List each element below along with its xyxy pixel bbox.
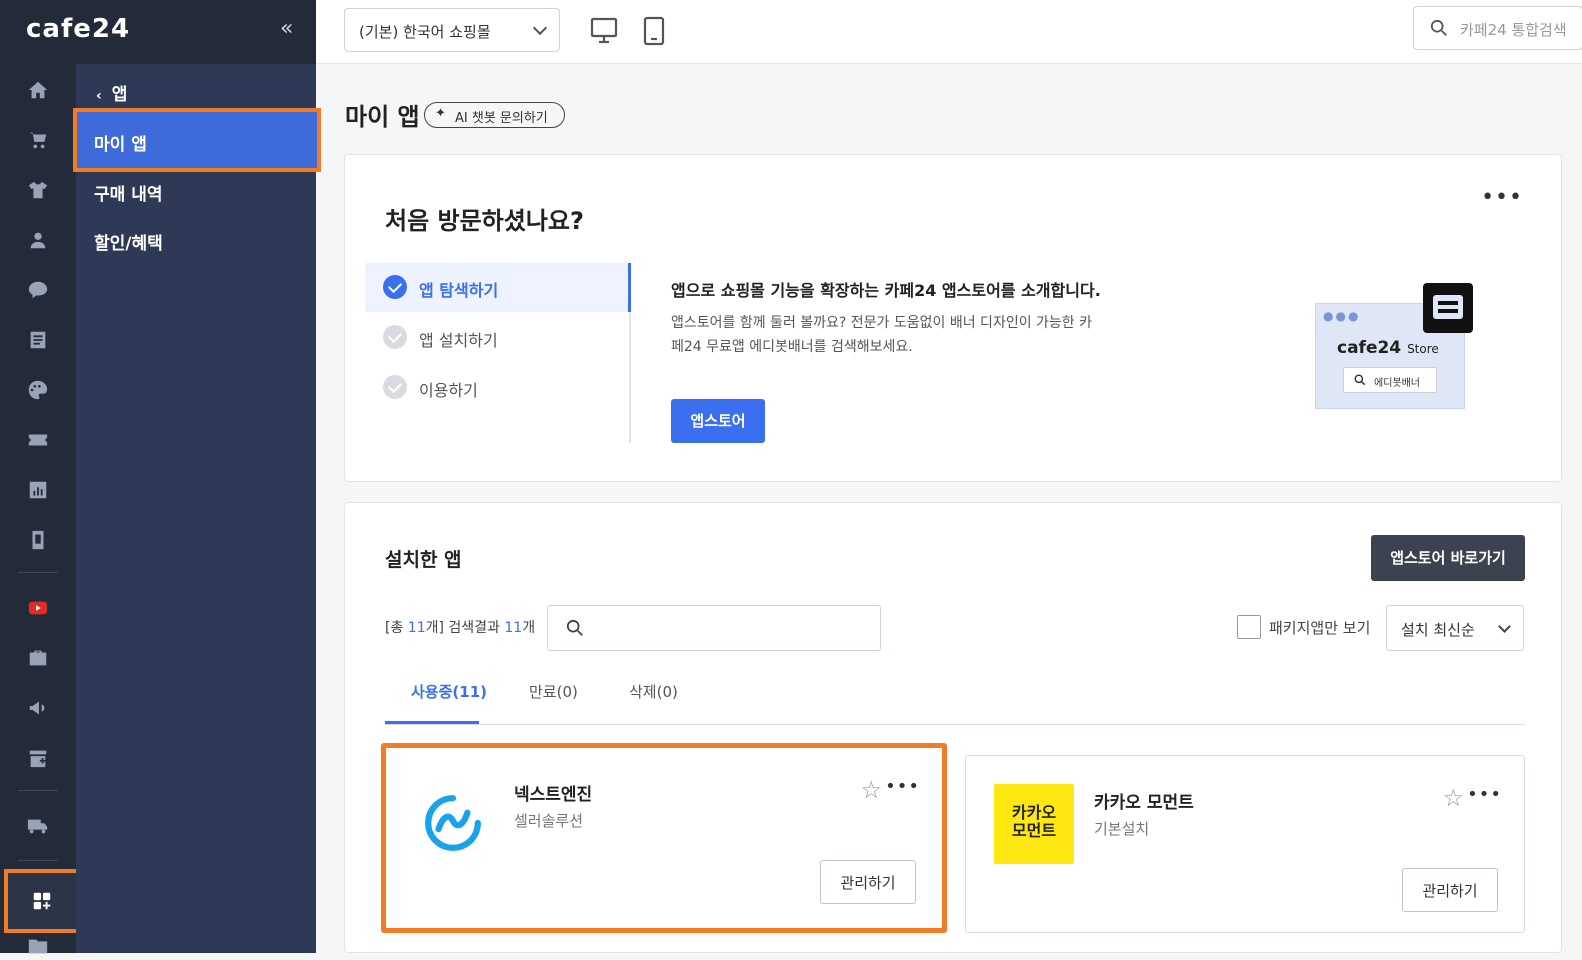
- tab-in-use[interactable]: 사용중(11): [411, 681, 487, 702]
- rail-divider: [18, 860, 58, 861]
- search-icon: [1354, 374, 1366, 386]
- welcome-card: ••• 처음 방문하셨나요? 앱 탐색하기 앱 설치하기 이용하기 앱으로 쇼핑…: [344, 154, 1562, 482]
- chat-icon[interactable]: [24, 276, 52, 304]
- ai-chatbot-button[interactable]: ✦ AI 챗봇 문의하기: [424, 102, 565, 128]
- illus-search-box: 에디봇배너: [1343, 367, 1437, 393]
- shirt-icon[interactable]: [24, 176, 52, 204]
- illus-store-label: Store: [1407, 342, 1439, 356]
- illus-cafe24-logo: cafe24: [1337, 338, 1402, 358]
- page-title: 마이 앱: [345, 103, 420, 131]
- palette-icon[interactable]: [24, 376, 52, 404]
- sort-select[interactable]: 설치 최신순: [1386, 605, 1524, 651]
- global-search-input[interactable]: 카페24 통합검색: [1413, 6, 1582, 50]
- sidebar-item-purchase-history[interactable]: 구매 내역: [94, 180, 162, 205]
- step-install-apps[interactable]: 앱 설치하기: [365, 313, 631, 362]
- search-icon: [1430, 19, 1447, 36]
- megaphone-icon[interactable]: [24, 694, 52, 722]
- back-to-app-link[interactable]: ‹ 앱: [96, 80, 127, 105]
- stats-icon[interactable]: [24, 476, 52, 504]
- result-count: [총 11개] 검색결과 11개: [385, 620, 536, 636]
- nextengine-logo-icon: [425, 795, 481, 851]
- installed-apps-card: 설치한 앱 앱스토어 바로가기 [총 11개] 검색결과 11개 패키지앱만 보…: [344, 502, 1562, 953]
- home-icon[interactable]: [24, 76, 52, 104]
- checkbox[interactable]: [1237, 615, 1261, 639]
- collapse-sidebar-icon[interactable]: «: [280, 16, 293, 41]
- welcome-title: 처음 방문하셨나요?: [385, 207, 584, 235]
- check-circle-icon: [383, 325, 407, 349]
- shop-select[interactable]: (기본) 한국어 쇼핑몰: [344, 8, 560, 52]
- app-name: 넥스트엔진: [514, 785, 593, 805]
- sidebar-item-my-apps-label[interactable]: 마이 앱: [94, 130, 147, 155]
- folder-icon[interactable]: [24, 932, 52, 960]
- rail-divider: [18, 790, 58, 791]
- app-vendor: 셀러솔루션: [514, 812, 584, 830]
- icon-rail: [0, 0, 80, 954]
- bag-icon[interactable]: [24, 644, 52, 672]
- appstore-illustration: ●●● cafe24 Store 에디봇배너: [1315, 283, 1475, 409]
- logo-bar: cafe24 «: [0, 0, 316, 64]
- top-bar: (기본) 한국어 쇼핑몰 카페24 통합검색: [316, 0, 1582, 64]
- robot-icon: [1423, 283, 1473, 333]
- manage-button[interactable]: 관리하기: [820, 860, 916, 904]
- manage-button[interactable]: 관리하기: [1402, 868, 1498, 912]
- app-card-nextengine[interactable]: 넥스트엔진 셀러솔루션 ☆ ••• 관리하기: [381, 743, 947, 933]
- apps-rail-item[interactable]: [4, 869, 80, 933]
- chevron-down-icon: [1498, 620, 1511, 633]
- store-add-icon[interactable]: [24, 744, 52, 772]
- intro-description: 앱스토어를 함께 둘러 볼까요? 전문가 도움없이 배너 디자인이 가능한 카페…: [671, 315, 1093, 355]
- kakao-moment-logo: 카카오 모먼트: [994, 784, 1074, 864]
- onboarding-steps: 앱 탐색하기 앱 설치하기 이용하기: [365, 263, 631, 443]
- mobile-shop-icon[interactable]: [24, 526, 52, 554]
- more-options-icon[interactable]: •••: [1467, 784, 1502, 805]
- app-name: 카카오 모먼트: [1094, 793, 1194, 813]
- board-icon[interactable]: [24, 326, 52, 354]
- step-explore-apps[interactable]: 앱 탐색하기: [365, 263, 631, 312]
- check-circle-icon: [383, 275, 407, 299]
- window-dots-icon: ●●●: [1323, 309, 1361, 323]
- sidebar-item-discounts[interactable]: 할인/혜택: [94, 229, 163, 254]
- intro-heading: 앱으로 쇼핑몰 기능을 확장하는 카페24 앱스토어를 소개합니다.: [671, 281, 1101, 300]
- star-icon[interactable]: ☆: [1442, 784, 1464, 812]
- app-search-input[interactable]: [547, 605, 881, 651]
- chevron-down-icon: [532, 20, 548, 36]
- app-card-kakao-moment[interactable]: 카카오 모먼트 카카오 모먼트 기본설치 ☆ ••• 관리하기: [965, 755, 1525, 933]
- mobile-view-icon[interactable]: [640, 16, 668, 46]
- go-to-appstore-button[interactable]: 앱스토어 바로가기: [1371, 535, 1525, 581]
- installed-apps-title: 설치한 앱: [385, 549, 462, 571]
- rail-divider: [18, 572, 58, 573]
- youtube-icon[interactable]: [24, 594, 52, 622]
- appstore-button[interactable]: 앱스토어: [671, 399, 765, 443]
- cafe24-logo[interactable]: cafe24: [26, 14, 130, 44]
- star-icon[interactable]: ☆: [860, 776, 882, 804]
- coupon-icon[interactable]: [24, 426, 52, 454]
- desktop-view-icon[interactable]: [590, 16, 618, 46]
- check-circle-icon: [383, 375, 407, 399]
- chevron-left-icon: ‹: [96, 88, 102, 104]
- search-icon: [566, 619, 583, 636]
- more-options-icon[interactable]: •••: [1481, 185, 1523, 210]
- user-icon[interactable]: [24, 226, 52, 254]
- sparkle-icon: ✦: [435, 106, 446, 121]
- more-options-icon[interactable]: •••: [885, 776, 920, 797]
- truck-icon[interactable]: [24, 812, 52, 840]
- step-use-apps[interactable]: 이용하기: [365, 363, 631, 412]
- tab-expired[interactable]: 만료(0): [529, 681, 578, 702]
- cart-icon[interactable]: [24, 126, 52, 154]
- tab-deleted[interactable]: 삭제(0): [629, 681, 678, 702]
- active-tab-indicator: [385, 721, 479, 724]
- apps-icon: [28, 887, 56, 915]
- app-vendor: 기본설치: [1094, 820, 1150, 838]
- status-tabs: 사용중(11) 만료(0) 삭제(0): [385, 675, 1525, 725]
